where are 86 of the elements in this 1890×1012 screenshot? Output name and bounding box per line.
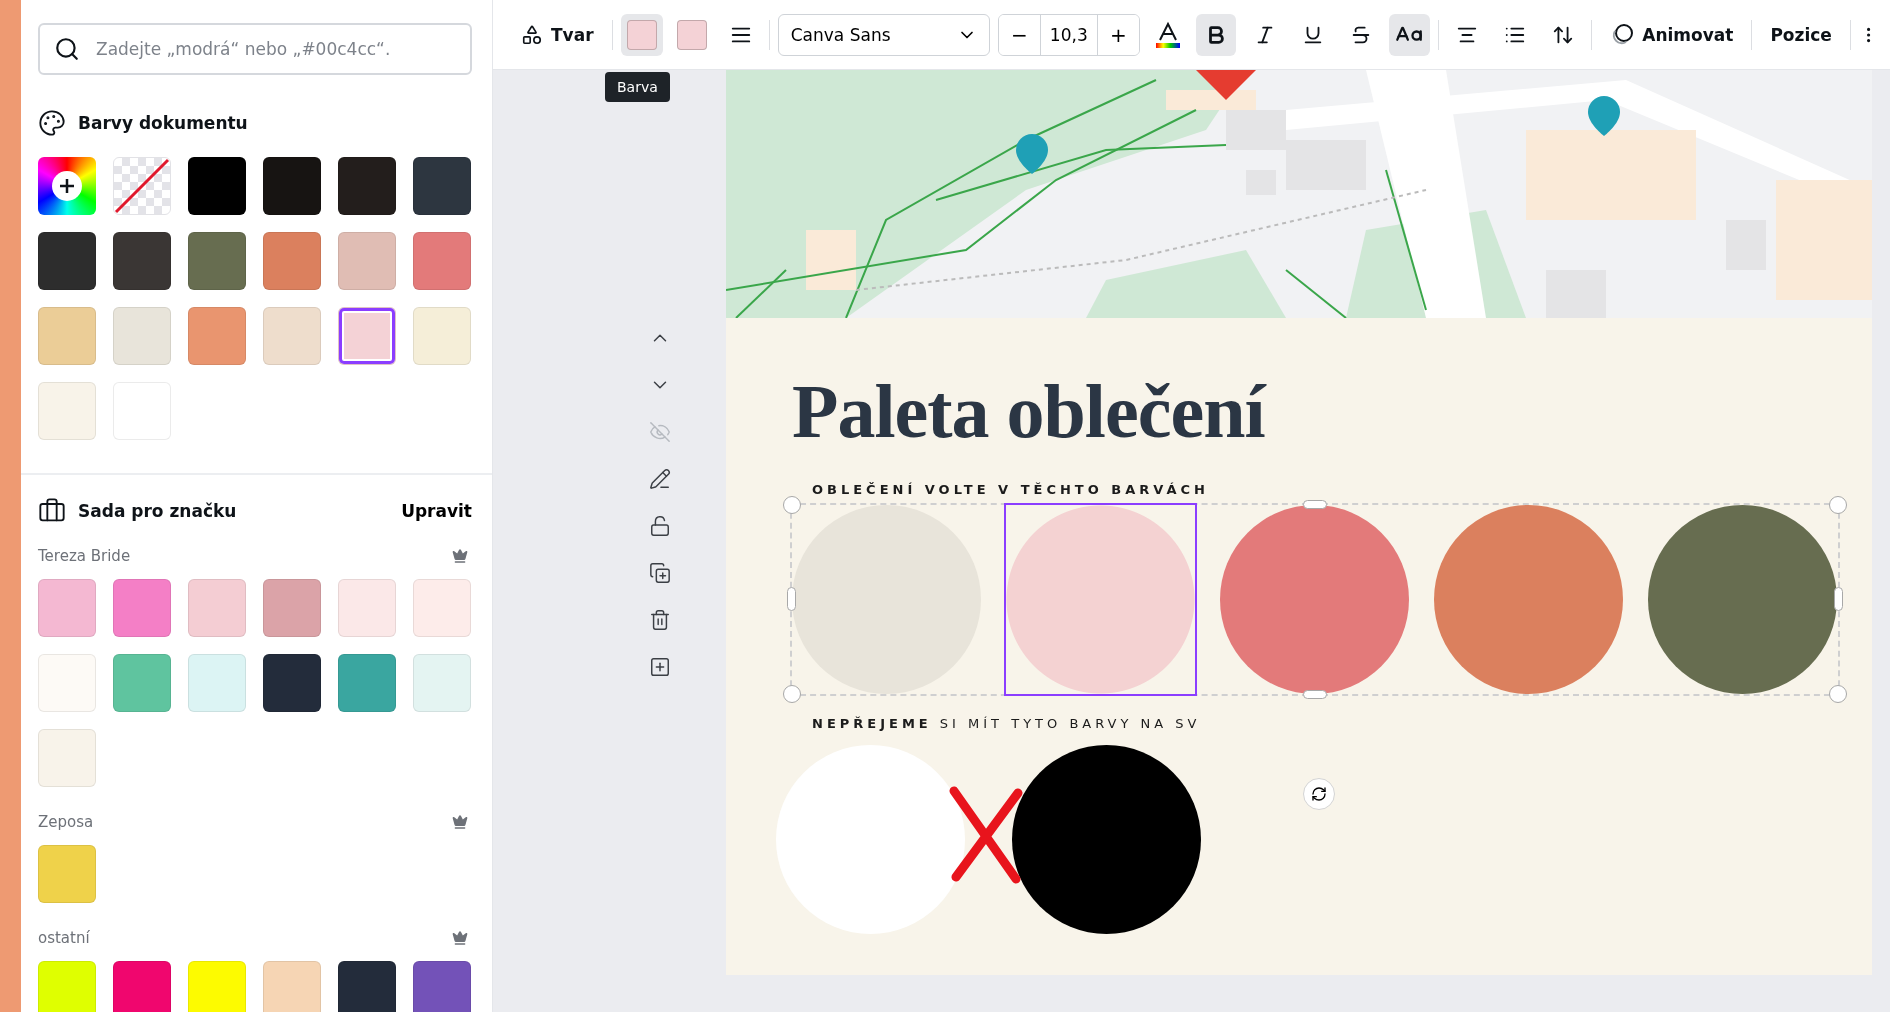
design-title: Paleta oblečení (792, 370, 1268, 454)
duplicate-icon[interactable] (648, 562, 671, 584)
font-size-field[interactable]: 10,3 (1039, 14, 1098, 55)
crown-icon (452, 548, 468, 564)
rotate-button[interactable] (1303, 778, 1335, 810)
color-swatch[interactable] (263, 961, 321, 1012)
color-swatch[interactable] (113, 232, 171, 290)
palette-name: Tereza Bride (38, 547, 131, 565)
resize-handle[interactable] (783, 684, 801, 703)
font-dropdown[interactable]: Canva Sans (777, 13, 990, 56)
color-swatch[interactable] (413, 307, 471, 365)
search-icon (54, 36, 80, 62)
resize-handle[interactable] (1303, 689, 1327, 699)
tooltip: Barva (605, 72, 670, 102)
color-circle[interactable] (1648, 504, 1837, 694)
color-swatch[interactable] (113, 654, 171, 712)
palette-name: ostatní (38, 929, 90, 947)
color-swatch[interactable] (188, 232, 246, 290)
unlock-icon[interactable] (648, 515, 671, 537)
color-swatch[interactable] (338, 232, 396, 290)
add-page-icon[interactable] (648, 656, 671, 678)
caption: OBLEČENÍ VOLTE V TĚCHTO BARVÁCH (812, 481, 1210, 497)
search-field[interactable]: Zadejte „modrá“ nebo „#00c4cc“. (38, 23, 472, 75)
color-swatch[interactable] (413, 157, 471, 215)
color-swatch[interactable] (38, 579, 96, 637)
caption: NEPŘEJEME SI MÍT TYTO BARVY NA SV (812, 715, 1202, 731)
color-swatch[interactable] (338, 579, 396, 637)
palette-name: Zeposa (38, 813, 94, 831)
plus-icon (52, 171, 82, 201)
crown-icon (452, 930, 468, 946)
shape-button[interactable]: Tvar (511, 13, 604, 56)
rotate-icon (1311, 786, 1327, 802)
color-swatch[interactable] (263, 157, 321, 215)
edit-link[interactable]: Upravit (401, 501, 472, 521)
color-swatch[interactable] (38, 654, 96, 712)
color-swatch[interactable] (113, 961, 171, 1012)
bold-button[interactable] (1196, 13, 1237, 56)
color-swatch[interactable] (188, 654, 246, 712)
color-swatch[interactable] (113, 579, 171, 637)
color-swatch[interactable] (188, 579, 246, 637)
color-swatch[interactable] (113, 307, 171, 365)
crown-icon (452, 814, 468, 830)
color-swatch[interactable] (413, 232, 471, 290)
resize-handle[interactable] (1829, 495, 1847, 514)
color-swatch[interactable] (263, 654, 321, 712)
resize-handle[interactable] (1829, 684, 1847, 703)
color-button[interactable] (620, 13, 663, 56)
color-swatch[interactable] (38, 307, 96, 365)
trash-icon[interactable] (648, 609, 671, 631)
color-swatch[interactable] (338, 157, 396, 215)
color-swatch[interactable] (263, 579, 321, 637)
font-size-stepper[interactable]: − 10,3 + (997, 13, 1140, 56)
color-swatch[interactable] (413, 654, 471, 712)
color-swatch[interactable] (338, 961, 396, 1012)
color-swatch[interactable] (188, 157, 246, 215)
section-title: Sada pro značku (78, 501, 238, 521)
case-button[interactable] (1389, 13, 1430, 56)
resize-handle[interactable] (787, 586, 796, 611)
color-swatch[interactable] (38, 845, 96, 903)
color-swatch[interactable] (188, 961, 246, 1012)
color-swatch[interactable] (38, 961, 96, 1012)
resize-handle[interactable] (783, 495, 801, 514)
color-swatch[interactable] (38, 232, 96, 290)
color-swatch[interactable] (338, 307, 396, 365)
color-swatch[interactable] (38, 382, 96, 440)
add-color-button[interactable] (38, 157, 96, 215)
resize-handle[interactable] (1303, 499, 1327, 509)
animate-button[interactable]: Animovat (1600, 13, 1744, 56)
color-swatch[interactable] (263, 307, 321, 365)
resize-handle[interactable] (1834, 586, 1843, 611)
shapes-icon (521, 23, 543, 46)
text-color-icon (1154, 20, 1181, 49)
edit-icon[interactable] (648, 468, 671, 490)
position-button[interactable]: Pozice (1760, 13, 1842, 56)
color-circle[interactable] (792, 504, 981, 694)
color-swatch[interactable] (188, 307, 246, 365)
color-swatch[interactable] (413, 961, 471, 1012)
color-swatch[interactable] (338, 654, 396, 712)
animate-icon (1610, 22, 1635, 47)
color-swatch[interactable] (413, 579, 471, 637)
palette-icon (38, 109, 66, 137)
color-swatch[interactable] (263, 232, 321, 290)
color-swatch[interactable] (38, 729, 96, 787)
transparent-swatch[interactable] (113, 157, 171, 215)
section-title: Barvy dokumentu (78, 113, 249, 133)
eye-off-icon[interactable] (648, 421, 671, 443)
